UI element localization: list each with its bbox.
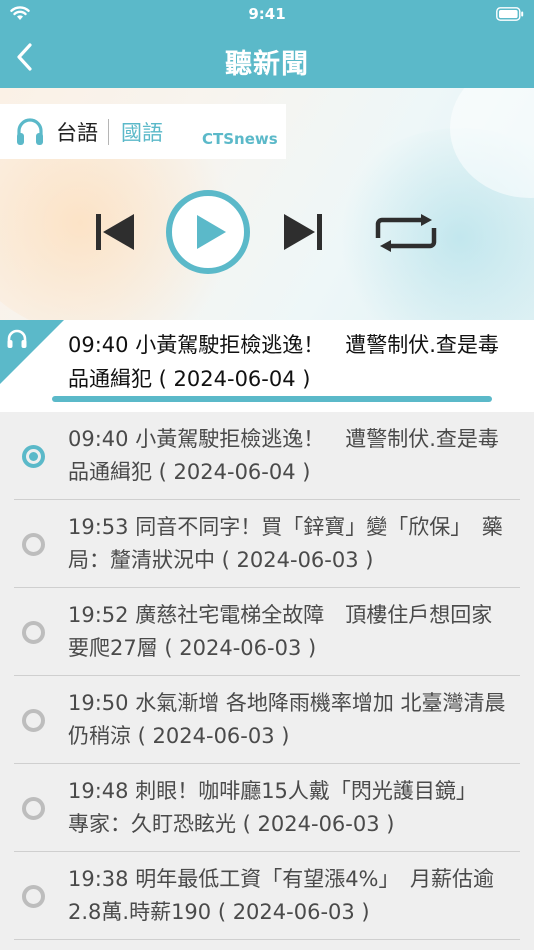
status-bar: 9:41: [0, 0, 534, 28]
list-item-title: 19:53 同音不同字！買「鋅寶」變「欣保」 藥局：釐清狀況中 ( 2024-0…: [68, 515, 503, 572]
list-item[interactable]: 19:48 刺眼！咖啡廳15人戴「閃光護目鏡」 專家：久盯恐眩光 ( 2024-…: [0, 764, 534, 852]
list-item-title: 19:52 廣慈社宅電梯全故障 頂樓住戶想回家要爬27層 ( 2024-06-0…: [68, 603, 493, 660]
list-item-title: 19:48 刺眼！咖啡廳15人戴「閃光護目鏡」 專家：久盯恐眩光 ( 2024-…: [68, 779, 488, 836]
language-switch: 台語 國語 CTSnews: [0, 104, 286, 159]
header: 9:41 聽新聞: [0, 0, 534, 88]
lang-taiwanese-tab[interactable]: 台語: [56, 117, 98, 147]
screen: 9:41 聽新聞 台語 國語 CTSnews 09:40 小黃駕駛拒檢逃逸！ 遭…: [0, 0, 534, 950]
radio-icon[interactable]: [22, 621, 45, 644]
radio-icon[interactable]: [22, 797, 45, 820]
list-item-title: 19:38 明年最低工資「有望漲4%」 月薪估逾2.8萬.時薪190 ( 202…: [68, 867, 495, 924]
skip-next-icon[interactable]: [282, 210, 326, 254]
now-playing[interactable]: 09:40 小黃駕駛拒檢逃逸！ 遭警制伏.查是毒品通緝犯 ( 2024-06-0…: [0, 320, 534, 412]
divider: [108, 119, 109, 145]
status-time: 9:41: [248, 5, 286, 23]
list-item[interactable]: 19:50 水氣漸增 各地降雨機率增加 北臺灣清晨仍稍涼 ( 2024-06-0…: [0, 676, 534, 764]
now-playing-corner: [0, 320, 64, 384]
brand-logo: CTSnews: [202, 130, 278, 148]
list-item[interactable]: 19:53 同音不同字！買「鋅寶」變「欣保」 藥局：釐清狀況中 ( 2024-0…: [0, 500, 534, 588]
radio-icon[interactable]: [22, 533, 45, 556]
list-item[interactable]: 09:40 小黃駕駛拒檢逃逸！ 遭警制伏.查是毒品通緝犯 ( 2024-06-0…: [0, 412, 534, 500]
battery-icon: [496, 7, 524, 21]
progress-bar[interactable]: [52, 396, 492, 402]
lang-mandarin-tab[interactable]: 國語: [121, 117, 163, 147]
player-panel: 台語 國語 CTSnews: [0, 88, 534, 320]
skip-previous-icon[interactable]: [92, 210, 136, 254]
radio-icon[interactable]: [22, 885, 45, 908]
list-item[interactable]: 19:38 明年最低工資「有望漲4%」 月薪估逾2.8萬.時薪190 ( 202…: [0, 852, 534, 940]
radio-selected-icon[interactable]: [22, 445, 45, 468]
news-list: 09:40 小黃駕駛拒檢逃逸！ 遭警制伏.查是毒品通緝犯 ( 2024-06-0…: [0, 412, 534, 940]
play-icon[interactable]: [164, 188, 252, 276]
now-playing-title: 09:40 小黃駕駛拒檢逃逸！ 遭警制伏.查是毒品通緝犯 ( 2024-06-0…: [68, 333, 499, 391]
list-item-title: 09:40 小黃駕駛拒檢逃逸！ 遭警制伏.查是毒品通緝犯 ( 2024-06-0…: [68, 427, 499, 484]
headphones-icon: [17, 118, 43, 145]
page-title: 聽新聞: [225, 49, 309, 80]
repeat-icon[interactable]: [374, 214, 438, 254]
divider: [14, 939, 520, 940]
radio-icon[interactable]: [22, 709, 45, 732]
list-item-title: 19:50 水氣漸增 各地降雨機率增加 北臺灣清晨仍稍涼 ( 2024-06-0…: [68, 691, 506, 748]
list-item[interactable]: 19:52 廣慈社宅電梯全故障 頂樓住戶想回家要爬27層 ( 2024-06-0…: [0, 588, 534, 676]
